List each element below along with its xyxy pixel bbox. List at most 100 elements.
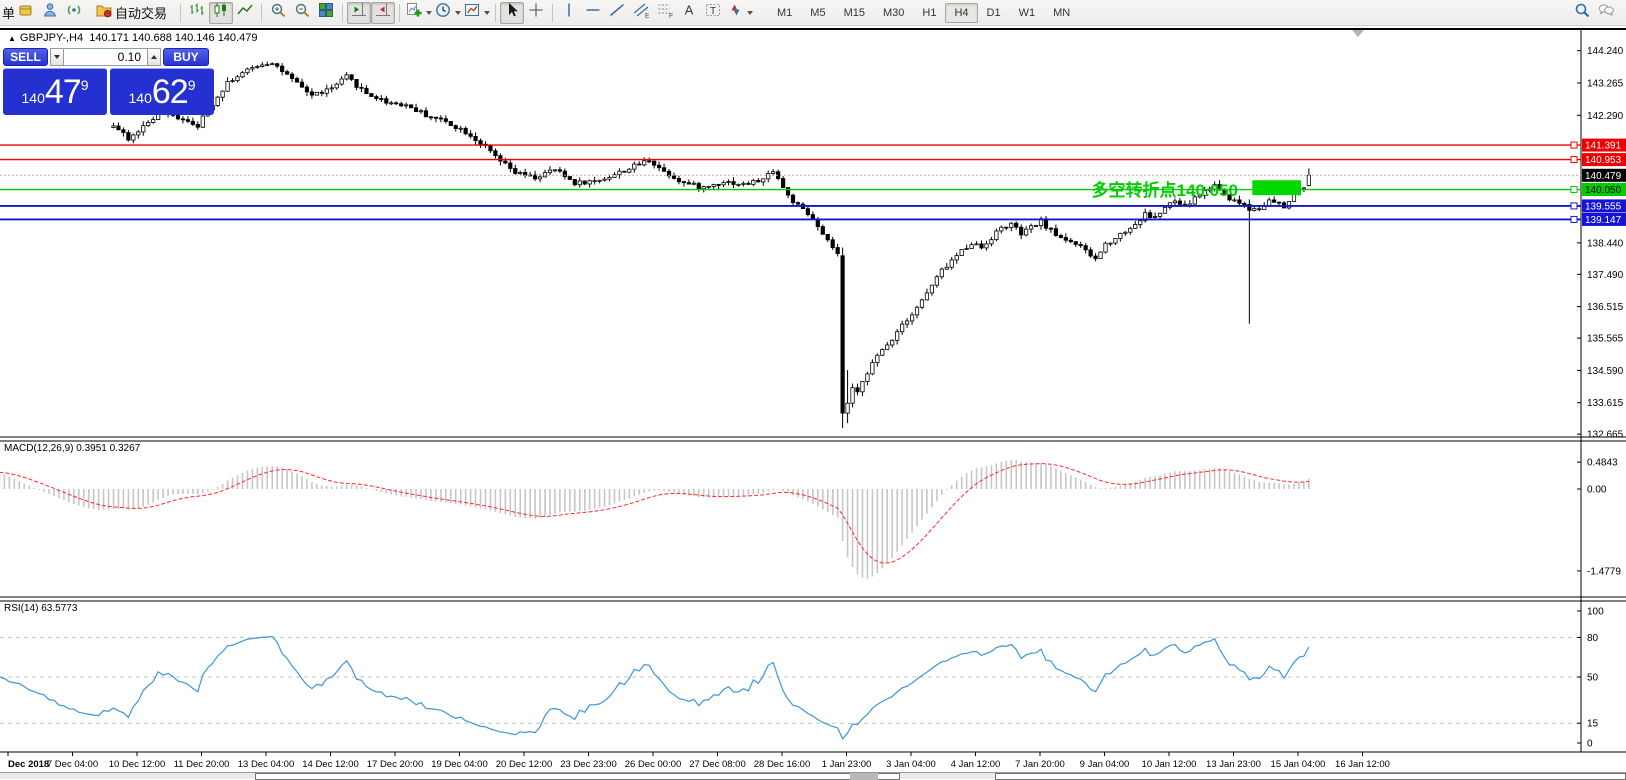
dropdown-caret-icon[interactable]	[455, 11, 461, 15]
crosshair-button[interactable]	[524, 2, 548, 24]
autotrade-label: 自动交易	[115, 3, 167, 22]
volume-input[interactable]: 0.10	[64, 48, 147, 66]
label-t-icon: T	[704, 1, 722, 24]
svg-text:16 Jan 12:00: 16 Jan 12:00	[1335, 759, 1390, 770]
search-icon	[1573, 1, 1591, 24]
buy-price-sup: 9	[188, 77, 196, 93]
svg-text:A: A	[685, 3, 694, 18]
dropdown-caret-icon[interactable]	[484, 11, 490, 15]
svg-text:9 Jan 04:00: 9 Jan 04:00	[1080, 759, 1130, 770]
trendline-button[interactable]	[605, 2, 629, 24]
toolbar-separator	[399, 4, 400, 22]
add-indicator-button[interactable]	[404, 2, 433, 24]
dropdown-caret-icon[interactable]	[426, 11, 432, 15]
svg-text:20 Dec 12:00: 20 Dec 12:00	[496, 759, 553, 770]
svg-text:26 Dec 00:00: 26 Dec 00:00	[625, 759, 682, 770]
dropdown-caret-icon[interactable]	[747, 11, 753, 15]
sell-price-sup: 9	[81, 77, 89, 93]
chart-surface[interactable]: 141.391140.953140.479140.050139.555139.1…	[0, 26, 1626, 779]
person-button[interactable]	[38, 2, 62, 24]
svg-text:50: 50	[1587, 673, 1599, 684]
chat-button[interactable]	[1594, 2, 1618, 24]
svg-text:136.515: 136.515	[1587, 302, 1624, 313]
rsi-indicator-label: RSI(14) 63.5773	[4, 603, 77, 614]
candle-chart-type-button[interactable]	[209, 2, 233, 24]
svg-text:142.290: 142.290	[1587, 111, 1624, 122]
svg-text:100: 100	[1587, 607, 1604, 618]
svg-text:7 Dec 04:00: 7 Dec 04:00	[47, 759, 98, 770]
text-a-button[interactable]: A	[677, 2, 701, 24]
zoom-out-button[interactable]	[290, 2, 314, 24]
cursor-button[interactable]	[500, 2, 524, 24]
svg-text:7 Jan 20:00: 7 Jan 20:00	[1015, 759, 1065, 770]
label-t-button[interactable]: T	[701, 2, 725, 24]
chat-icon	[1597, 1, 1615, 24]
svg-text:10 Dec 12:00: 10 Dec 12:00	[109, 759, 166, 770]
sell-price-display[interactable]: 140479	[3, 68, 107, 115]
hline-icon	[584, 1, 602, 24]
line-chart-type-icon	[236, 1, 254, 24]
ohlc-values: 140.171 140.688 140.146 140.479	[89, 32, 257, 44]
toolbar-separator	[495, 4, 496, 22]
new-order-button[interactable]: 单	[2, 3, 14, 22]
fibonacci-button[interactable]: F	[653, 2, 677, 24]
signal-button[interactable]	[62, 2, 86, 24]
chart-shift-button[interactable]	[347, 2, 371, 24]
timeframe-m5-button[interactable]: M5	[801, 3, 834, 23]
timeframe-m15-button[interactable]: M15	[835, 3, 874, 23]
template-icon	[463, 1, 481, 24]
svg-text:141.391: 141.391	[1585, 141, 1622, 152]
template-button[interactable]	[462, 2, 491, 24]
line-chart-type-button[interactable]	[233, 2, 257, 24]
price-axis-ticks[interactable]: 144.240143.265142.290138.440137.490136.5…	[1577, 46, 1624, 440]
timeframe-w1-button[interactable]: W1	[1010, 3, 1045, 23]
sell-button[interactable]: SELL	[3, 48, 48, 66]
svg-text:133.615: 133.615	[1587, 398, 1624, 409]
autotrade-button[interactable]: 自动交易	[86, 2, 176, 24]
collapse-arrow-icon[interactable]: ▲	[8, 34, 16, 43]
volume-decrease-button[interactable]	[50, 48, 64, 66]
timeframe-group: M1M5M15M30H1H4D1W1MN	[768, 3, 1079, 23]
macd-signal-line	[0, 464, 1309, 563]
tile-windows-icon	[317, 1, 335, 24]
periods-clock-button[interactable]	[433, 2, 462, 24]
green-setup-box	[1252, 180, 1301, 195]
svg-text:144.240: 144.240	[1587, 46, 1624, 57]
channel-icon: E	[632, 1, 650, 24]
svg-text:11 Dec 20:00: 11 Dec 20:00	[174, 759, 230, 770]
buy-price-display[interactable]: 140629	[110, 68, 214, 115]
time-axis[interactable]: Dec 20187 Dec 04:0010 Dec 12:0011 Dec 20…	[8, 752, 1390, 770]
vline-icon	[560, 1, 578, 24]
volume-increase-button[interactable]	[147, 48, 161, 66]
arrows-button[interactable]	[725, 2, 754, 24]
buy-price-prefix: 140	[129, 90, 152, 106]
timeframe-mn-button[interactable]: MN	[1044, 3, 1079, 23]
svg-text:F: F	[669, 13, 673, 20]
bar-chart-type-button[interactable]	[185, 2, 209, 24]
hline-button[interactable]	[581, 2, 605, 24]
chart-top-border	[0, 28, 1626, 30]
person-icon	[41, 1, 59, 24]
timeframe-m30-button[interactable]: M30	[874, 3, 913, 23]
vline-button[interactable]	[557, 2, 581, 24]
timeframe-m1-button[interactable]: M1	[768, 3, 801, 23]
auto-scroll-icon	[374, 1, 392, 24]
timeframe-h1-button[interactable]: H1	[913, 3, 945, 23]
timeframe-h4-button[interactable]: H4	[945, 3, 977, 23]
zoom-in-button[interactable]	[266, 2, 290, 24]
crosshair-icon	[527, 1, 545, 24]
chart-title: ▲GBPJPY-,H4 140.171 140.688 140.146 140.…	[8, 32, 257, 44]
timeframe-d1-button[interactable]: D1	[978, 3, 1010, 23]
svg-text:27 Dec 08:00: 27 Dec 08:00	[689, 759, 746, 770]
trendline-icon	[608, 1, 626, 24]
sell-price-prefix: 140	[22, 90, 45, 106]
channel-button[interactable]: E	[629, 2, 653, 24]
fibonacci-icon: F	[656, 1, 674, 24]
search-button[interactable]	[1570, 2, 1594, 24]
cube-button[interactable]	[14, 2, 38, 24]
tile-windows-button[interactable]	[314, 2, 338, 24]
signal-icon	[65, 1, 83, 24]
buy-button[interactable]: BUY	[163, 48, 209, 66]
auto-scroll-button[interactable]	[371, 2, 395, 24]
chart-shift-icon	[350, 1, 368, 24]
